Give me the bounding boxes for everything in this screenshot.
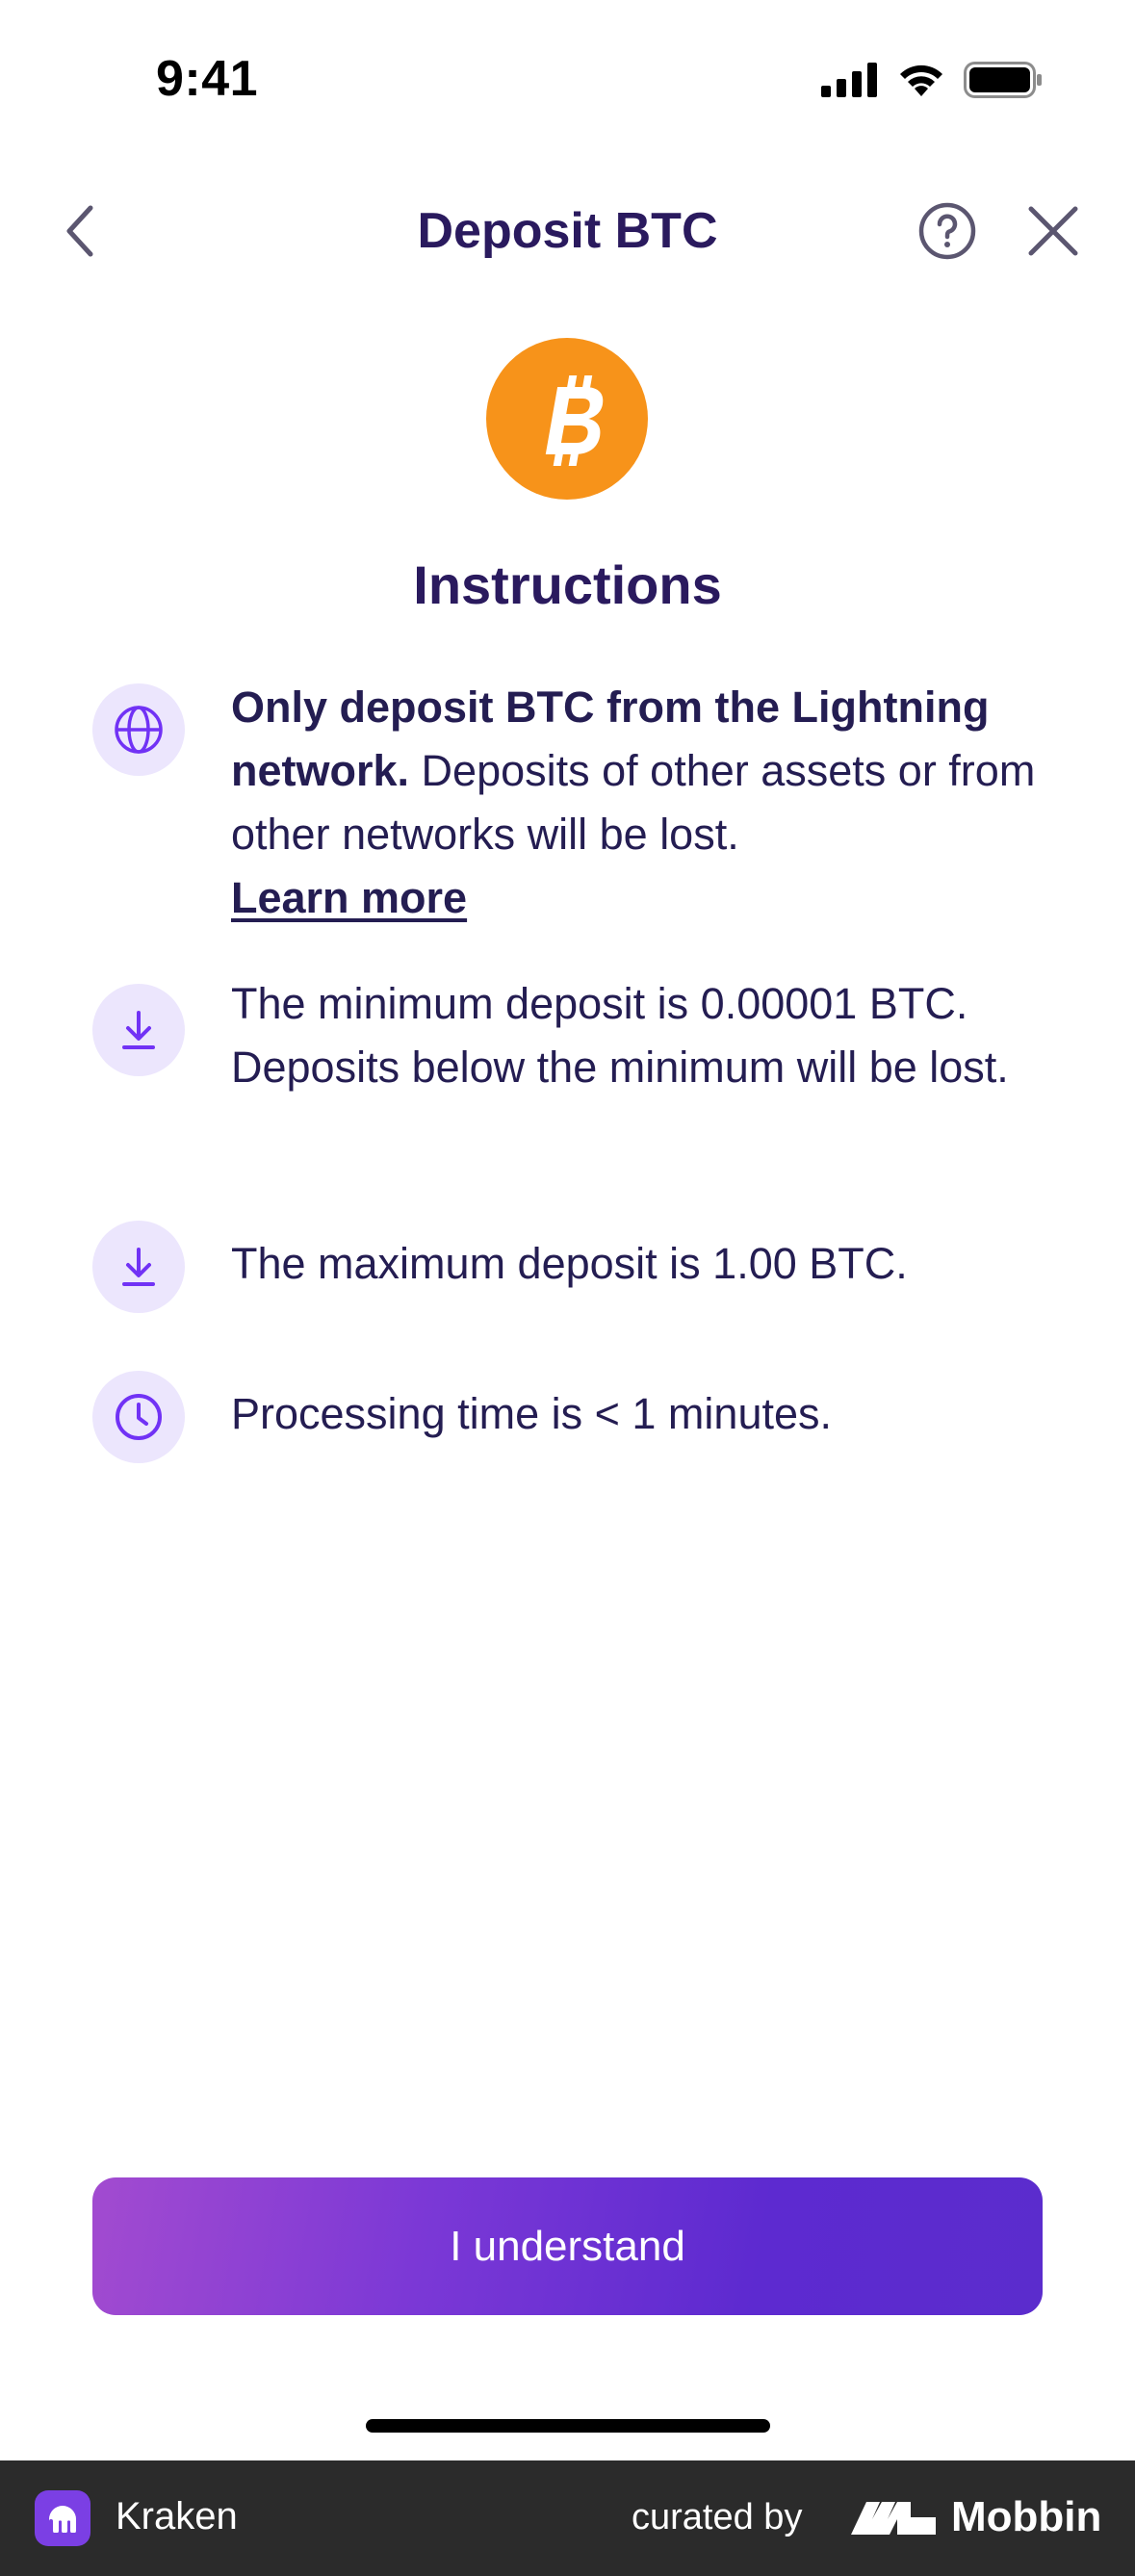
instruction-item-processing: Processing time is < 1 minutes.	[92, 1371, 1055, 1463]
globe-icon	[115, 706, 163, 754]
globe-icon-badge	[92, 683, 185, 776]
i-understand-button[interactable]: I understand	[92, 2177, 1043, 2315]
bitcoin-coin	[486, 338, 648, 500]
instruction-text-minimum: The minimum deposit is 0.00001 BTC. Depo…	[231, 979, 1009, 1092]
close-button[interactable]	[1022, 200, 1084, 262]
download-icon-badge	[92, 984, 185, 1076]
footer-banner: Kraken curated by Mobbin	[0, 2460, 1135, 2576]
close-icon	[1028, 206, 1078, 256]
download-icon	[122, 1248, 155, 1286]
instruction-item-maximum: The maximum deposit is 1.00 BTC.	[92, 1221, 1055, 1313]
mobbin-logo: Mobbin	[851, 2493, 1101, 2541]
brand-name: Mobbin	[951, 2493, 1102, 2540]
clock-icon-badge	[92, 1371, 185, 1463]
download-icon-badge	[92, 1221, 185, 1313]
app-name: Kraken	[116, 2495, 238, 2537]
help-button[interactable]	[916, 200, 978, 262]
nav-header: Deposit BTC	[0, 183, 1135, 279]
instructions-heading: Instructions	[413, 554, 722, 615]
status-time: 9:41	[156, 51, 259, 107]
help-circle-icon	[918, 202, 976, 260]
kraken-logo-icon	[35, 2490, 90, 2546]
instruction-text-network: Only deposit BTC from the Lightning netw…	[231, 676, 1135, 930]
status-bar: 9:41	[0, 0, 1135, 168]
download-icon	[122, 1011, 155, 1049]
learn-more-link[interactable]: Learn more	[231, 873, 467, 922]
home-indicator	[366, 2419, 770, 2433]
clock-icon	[116, 1394, 162, 1440]
instruction-text-processing: Processing time is < 1 minutes.	[231, 1389, 833, 1438]
signal-icon	[821, 63, 877, 97]
status-icons	[821, 62, 1043, 98]
instruction-item-minimum: The minimum deposit is 0.00001 BTC. Depo…	[92, 979, 1055, 1157]
mobbin-icon	[851, 2502, 936, 2535]
bitcoin-icon	[545, 375, 604, 466]
wifi-icon	[900, 64, 942, 96]
battery-icon	[964, 62, 1042, 98]
instruction-item-network: Only deposit BTC from the Lightning netw…	[92, 683, 1055, 924]
instruction-text-maximum: The maximum deposit is 1.00 BTC.	[231, 1239, 908, 1288]
curated-by-label: curated by	[632, 2497, 803, 2537]
i-understand-label: I understand	[450, 2222, 685, 2270]
